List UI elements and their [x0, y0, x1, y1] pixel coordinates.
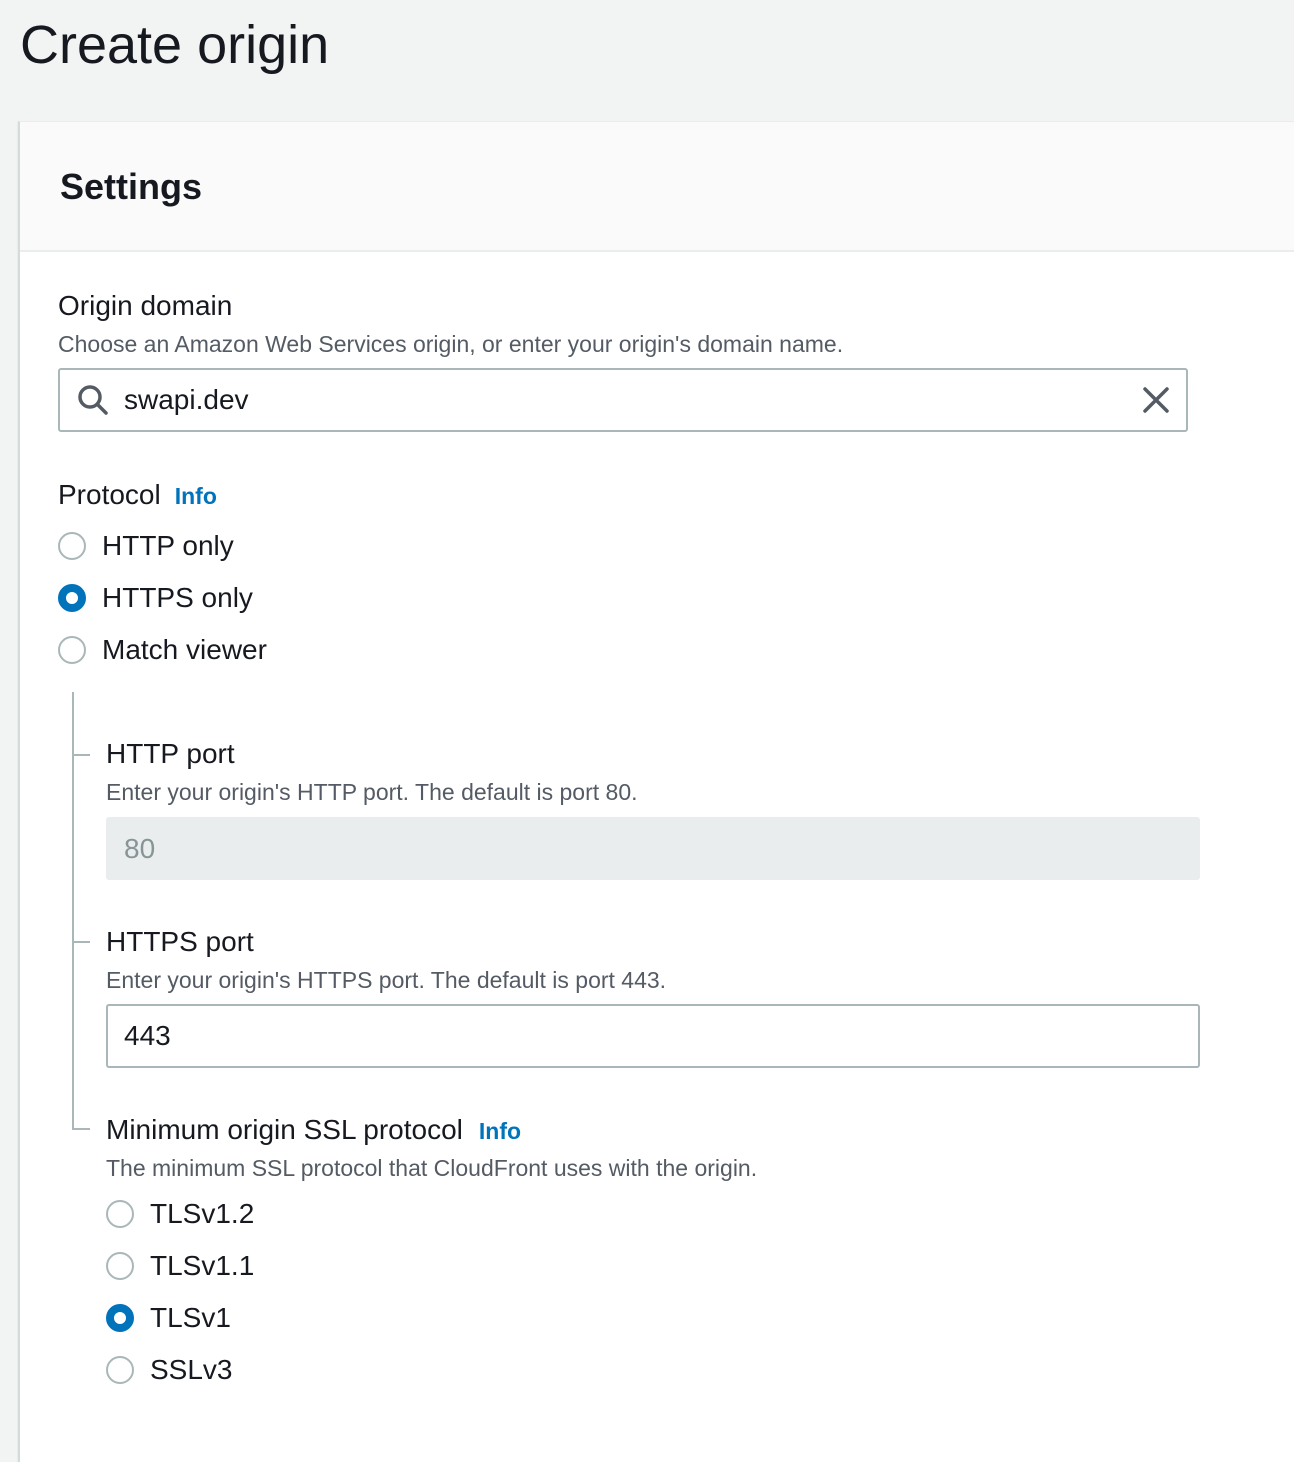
min-ssl-option-sslv3[interactable]: SSLv3: [106, 1344, 254, 1396]
search-icon: [78, 385, 108, 415]
protocol-option-http-only[interactable]: HTTP only: [58, 520, 267, 572]
protocol-option-match-viewer[interactable]: Match viewer: [58, 624, 267, 676]
origin-domain-description: Choose an Amazon Web Services origin, or…: [58, 331, 844, 357]
radio-button[interactable]: [106, 1200, 134, 1228]
https-port-description: Enter your origin's HTTPS port. The defa…: [106, 967, 667, 993]
radio-button-checked[interactable]: [106, 1304, 134, 1332]
radio-button[interactable]: [58, 636, 86, 664]
radio-button-checked[interactable]: [58, 584, 86, 612]
radio-button[interactable]: [106, 1356, 134, 1384]
protocol-label: Protocol: [58, 479, 161, 510]
http-port-value: 80: [124, 832, 156, 864]
min-ssl-info-link[interactable]: Info: [479, 1118, 521, 1145]
settings-title: Settings: [60, 166, 203, 207]
page-title: Create origin: [20, 15, 330, 75]
https-port-input[interactable]: 443: [106, 1004, 1200, 1068]
close-icon[interactable]: [1140, 384, 1172, 416]
origin-domain-input[interactable]: swapi.dev: [58, 368, 1188, 432]
tree-connector-branch: [72, 754, 90, 756]
radio-label: SSLv3: [150, 1354, 233, 1385]
tree-connector-branch: [72, 941, 90, 943]
protocol-radio-group: HTTP only HTTPS only Match viewer: [58, 520, 267, 676]
radio-label: TLSv1: [150, 1302, 231, 1333]
https-port-value: 443: [124, 1020, 171, 1051]
protocol-field-header: Protocol Info: [58, 478, 217, 512]
protocol-info-link[interactable]: Info: [175, 483, 217, 510]
radio-label: TLSv1.2: [150, 1198, 255, 1229]
min-ssl-label: Minimum origin SSL protocol: [106, 1114, 463, 1145]
https-port-label: HTTPS port: [106, 926, 254, 957]
radio-button[interactable]: [58, 532, 86, 560]
min-ssl-radio-group: TLSv1.2 TLSv1.1 TLSv1 SSLv3: [106, 1188, 254, 1396]
http-port-input[interactable]: 80: [106, 817, 1200, 880]
radio-label: HTTPS only: [102, 582, 253, 613]
radio-label: TLSv1.1: [150, 1250, 255, 1281]
min-ssl-option-tlsv1-2[interactable]: TLSv1.2: [106, 1188, 254, 1240]
tree-connector-line: [72, 692, 74, 1130]
protocol-option-https-only[interactable]: HTTPS only: [58, 572, 267, 624]
origin-domain-value: swapi.dev: [124, 384, 249, 415]
min-ssl-option-tlsv1[interactable]: TLSv1: [106, 1292, 254, 1344]
http-port-description: Enter your origin's HTTP port. The defau…: [106, 779, 638, 805]
radio-label: Match viewer: [102, 634, 267, 665]
min-ssl-option-tlsv1-1[interactable]: TLSv1.1: [106, 1240, 254, 1292]
radio-label: HTTP only: [102, 530, 234, 561]
tree-connector-branch: [72, 1128, 90, 1130]
radio-button[interactable]: [106, 1252, 134, 1280]
settings-header: Settings: [20, 122, 1294, 252]
min-ssl-field-header: Minimum origin SSL protocol Info: [106, 1113, 521, 1147]
min-ssl-description: The minimum SSL protocol that CloudFront…: [106, 1155, 758, 1181]
http-port-label: HTTP port: [106, 738, 235, 769]
origin-domain-label: Origin domain: [58, 290, 233, 321]
